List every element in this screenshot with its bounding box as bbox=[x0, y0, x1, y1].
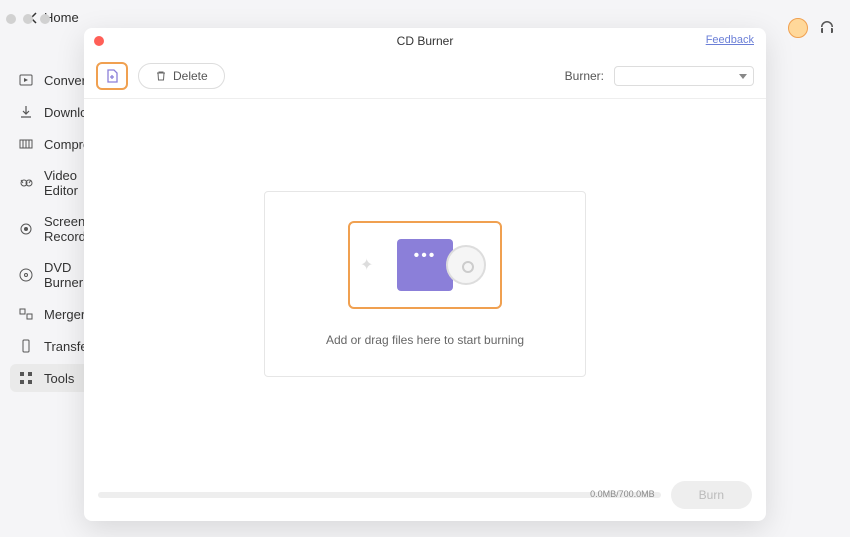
add-file-icon bbox=[104, 68, 120, 84]
drop-text: Add or drag files here to start burning bbox=[326, 333, 524, 347]
trash-icon bbox=[155, 70, 167, 82]
delete-label: Delete bbox=[173, 69, 208, 83]
support-icon[interactable] bbox=[818, 19, 836, 37]
avatar[interactable] bbox=[788, 18, 808, 38]
drop-zone[interactable]: ✦ Add or drag files here to start burnin… bbox=[264, 191, 586, 377]
home-button[interactable]: Home bbox=[30, 10, 850, 25]
burner-label: Burner: bbox=[565, 69, 604, 83]
feedback-link[interactable]: Feedback bbox=[706, 34, 754, 46]
drop-illustration: ✦ bbox=[348, 221, 502, 309]
nav-label: Merger bbox=[44, 307, 85, 322]
capacity-bar: 0.0MB/700.0MB bbox=[98, 492, 661, 498]
burn-button[interactable]: Burn bbox=[671, 481, 752, 509]
capacity-text: 0.0MB/700.0MB bbox=[590, 489, 655, 499]
nav-label: Tools bbox=[44, 371, 74, 386]
modal-title: CD Burner bbox=[397, 34, 454, 48]
disc-icon bbox=[446, 245, 486, 285]
burner-select[interactable] bbox=[614, 66, 754, 86]
sparkle-icon: ✦ bbox=[360, 255, 373, 275]
cd-burner-modal: CD Burner Feedback Delete Burner: ✦ Add … bbox=[84, 28, 766, 521]
add-file-button[interactable] bbox=[96, 62, 128, 90]
delete-button[interactable]: Delete bbox=[138, 63, 225, 89]
close-icon[interactable] bbox=[94, 36, 104, 46]
